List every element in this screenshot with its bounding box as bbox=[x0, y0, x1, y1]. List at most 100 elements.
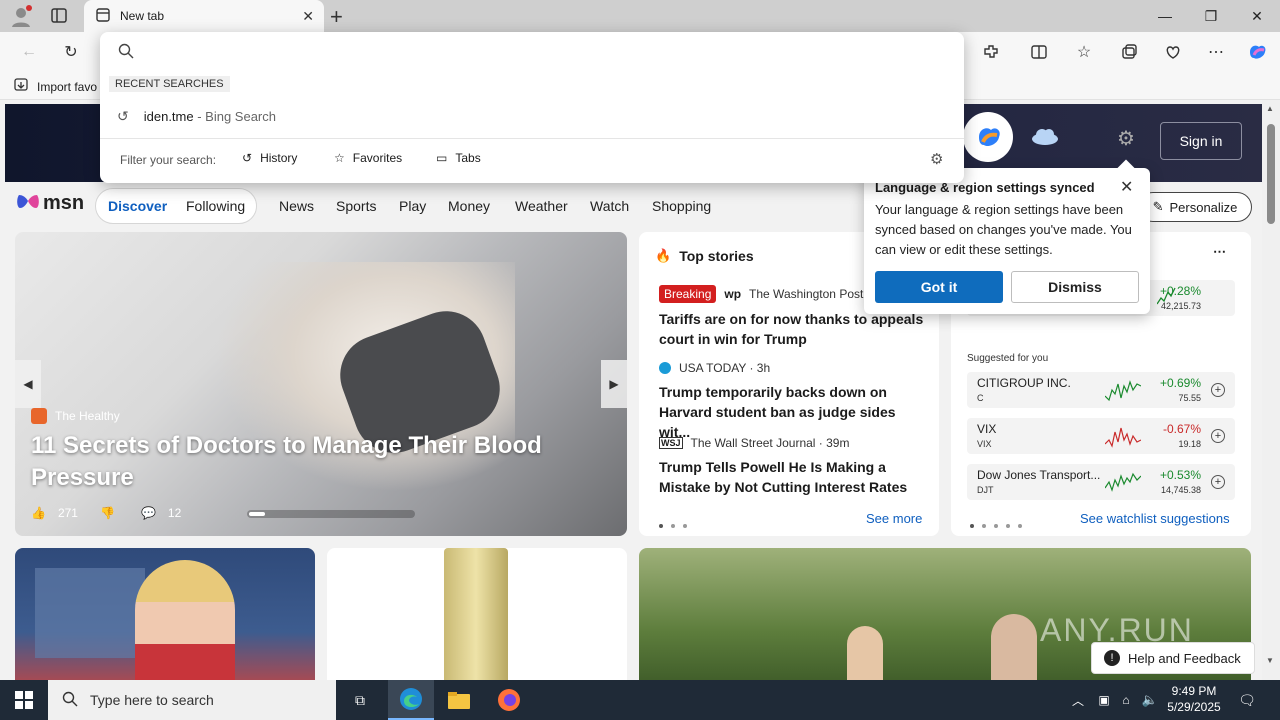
scroll-down-icon[interactable]: ▼ bbox=[1266, 656, 1274, 665]
weather-cloud-icon[interactable] bbox=[1030, 126, 1060, 149]
vix-sparkline-icon bbox=[1105, 427, 1141, 448]
newtab-icon bbox=[96, 7, 110, 25]
notification-icon[interactable]: 🗨 bbox=[1232, 680, 1262, 720]
stock-name: VIX bbox=[977, 422, 997, 436]
favorites-icon[interactable]: ☆ bbox=[1071, 40, 1097, 64]
search-settings-icon[interactable]: ⚙ bbox=[930, 150, 943, 168]
tab-actions-icon[interactable] bbox=[50, 7, 70, 25]
edge-taskbar-icon[interactable] bbox=[388, 680, 434, 720]
firefox-icon[interactable] bbox=[486, 680, 532, 720]
close-window-button[interactable]: ✕ bbox=[1234, 0, 1280, 32]
nav-weather[interactable]: Weather bbox=[515, 198, 568, 214]
nav-news[interactable]: News bbox=[279, 198, 314, 214]
add-stock-button[interactable]: + bbox=[1211, 429, 1225, 443]
recent-searches-heading: RECENT SEARCHES bbox=[109, 76, 230, 92]
watermark: ANY.RUN bbox=[1040, 612, 1194, 648]
hero-source[interactable]: The Healthy bbox=[31, 408, 120, 424]
more-options-icon[interactable]: ⋯ bbox=[1203, 40, 1229, 64]
filter-favorites[interactable]: ☆ Favorites bbox=[334, 151, 402, 165]
recent-suffix: - Bing Search bbox=[197, 108, 276, 124]
see-watchlist-link[interactable]: See watchlist suggestions bbox=[1080, 511, 1230, 526]
stock-name: CITIGROUP INC. bbox=[977, 376, 1071, 390]
tab-close-icon[interactable]: ✕ bbox=[302, 8, 314, 25]
tab-following[interactable]: Following bbox=[186, 198, 245, 214]
restore-button[interactable]: ❐ bbox=[1188, 0, 1234, 32]
dismiss-button[interactable]: Dismiss bbox=[1011, 271, 1139, 303]
nav-sports[interactable]: Sports bbox=[336, 198, 376, 214]
carousel-prev-button[interactable]: ◀ bbox=[15, 360, 41, 408]
network-wired-icon[interactable]: ⌂ bbox=[1116, 680, 1136, 720]
msn-logo[interactable]: msn bbox=[16, 191, 84, 215]
copilot-hero-icon[interactable] bbox=[963, 112, 1013, 162]
hero-title[interactable]: 11 Secrets of Doctors to Manage Their Bl… bbox=[31, 430, 551, 494]
carousel-active-dot bbox=[249, 512, 265, 516]
popup-close-icon[interactable]: ✕ bbox=[1120, 177, 1133, 197]
nav-watch[interactable]: Watch bbox=[590, 198, 629, 214]
show-hidden-icons[interactable]: ︿ bbox=[1068, 680, 1088, 720]
like-icon[interactable]: 👍 bbox=[31, 506, 46, 520]
nav-money[interactable]: Money bbox=[448, 198, 490, 214]
address-input[interactable] bbox=[146, 38, 946, 64]
stock-row-vix[interactable]: VIX VIX -0.67% 19.18 + bbox=[967, 418, 1235, 454]
settings-gear-icon[interactable]: ⚙ bbox=[1117, 126, 1135, 151]
taskbar-search[interactable]: Type here to search bbox=[48, 680, 336, 720]
file-explorer-icon[interactable] bbox=[436, 680, 482, 720]
recent-query: iden.tme bbox=[143, 108, 194, 124]
like-count: 271 bbox=[57, 506, 78, 520]
minimize-button[interactable]: — bbox=[1142, 0, 1188, 32]
task-view-icon[interactable]: ⧉ bbox=[340, 680, 380, 720]
clock[interactable]: 9:49 PM 5/29/2025 bbox=[1166, 683, 1222, 715]
pencil-icon: ✎ bbox=[1152, 199, 1164, 214]
personalize-button[interactable]: ✎ Personalize bbox=[1138, 192, 1252, 222]
copilot-icon[interactable] bbox=[1244, 40, 1270, 64]
filter-history[interactable]: ↺ History bbox=[242, 151, 297, 165]
add-stock-button[interactable]: + bbox=[1211, 383, 1225, 397]
performance-icon[interactable] bbox=[1160, 40, 1186, 64]
hero-carousel[interactable]: ◀ ▶ The Healthy 11 Secrets of Doctors to… bbox=[15, 232, 627, 536]
split-screen-icon[interactable] bbox=[1026, 40, 1052, 64]
breaking-badge: Breaking bbox=[659, 285, 717, 303]
tab-discover[interactable]: Discover bbox=[108, 198, 167, 214]
see-more-link[interactable]: See more bbox=[866, 511, 922, 526]
profile-icon[interactable] bbox=[10, 5, 32, 27]
story-3-headline[interactable]: Trump Tells Powell He Is Making a Mistak… bbox=[659, 457, 924, 497]
dislike-icon[interactable]: 👎 bbox=[100, 506, 115, 520]
refresh-icon[interactable]: ↻ bbox=[58, 40, 84, 64]
back-icon[interactable]: ← bbox=[16, 40, 42, 64]
extensions-icon[interactable] bbox=[978, 40, 1004, 64]
got-it-button[interactable]: Got it bbox=[875, 271, 1003, 303]
nav-shopping[interactable]: Shopping bbox=[652, 198, 711, 214]
wapo-logo-icon: wp bbox=[724, 287, 742, 301]
tab-title: New tab bbox=[120, 9, 165, 23]
recent-search-item[interactable]: ↺ iden.tme - Bing Search bbox=[100, 102, 964, 130]
watchlist-more-icon[interactable]: ⋯ bbox=[1213, 244, 1226, 260]
nav-play[interactable]: Play bbox=[399, 198, 426, 214]
story-1-headline[interactable]: Tariffs are on for now thanks to appeals… bbox=[659, 309, 924, 349]
filter-tabs[interactable]: ▭ Tabs bbox=[436, 151, 481, 165]
tab-new-tab[interactable]: New tab ✕ bbox=[84, 0, 324, 32]
hero-source-name: The Healthy bbox=[55, 409, 120, 423]
news-card-product[interactable] bbox=[327, 548, 627, 680]
import-favorites[interactable]: Import favo bbox=[14, 78, 97, 95]
scroll-up-icon[interactable]: ▲ bbox=[1266, 104, 1274, 113]
story-2-headline[interactable]: Trump temporarily backs down on Harvard … bbox=[659, 382, 924, 442]
page-scrollbar[interactable]: ▲ ▼ bbox=[1262, 100, 1280, 680]
stock-row-djt[interactable]: Dow Jones Transport... DJT +0.53% 14,745… bbox=[967, 464, 1235, 500]
add-stock-button[interactable]: + bbox=[1211, 475, 1225, 489]
stock-row-citigroup[interactable]: CITIGROUP INC. C +0.69% 75.55 + bbox=[967, 372, 1235, 408]
network-icon[interactable]: ▣ bbox=[1094, 680, 1114, 720]
scroll-thumb[interactable] bbox=[1267, 124, 1275, 224]
collections-icon[interactable] bbox=[1116, 40, 1142, 64]
personalize-label: Personalize bbox=[1169, 199, 1238, 215]
news-card-press[interactable] bbox=[15, 548, 315, 680]
top-stories-header: 🔥 Top stories bbox=[655, 248, 754, 264]
new-tab-button[interactable]: + bbox=[330, 4, 343, 30]
index-value: 42,215.73 bbox=[1160, 301, 1201, 311]
comment-icon[interactable]: 💬 bbox=[141, 506, 156, 520]
dropdown-divider bbox=[100, 138, 964, 139]
volume-icon[interactable]: 🔈 bbox=[1140, 680, 1160, 720]
start-button[interactable] bbox=[0, 680, 48, 720]
carousel-next-button[interactable]: ▶ bbox=[601, 360, 627, 408]
history-icon: ↺ bbox=[242, 151, 253, 165]
sign-in-button[interactable]: Sign in bbox=[1160, 122, 1242, 160]
